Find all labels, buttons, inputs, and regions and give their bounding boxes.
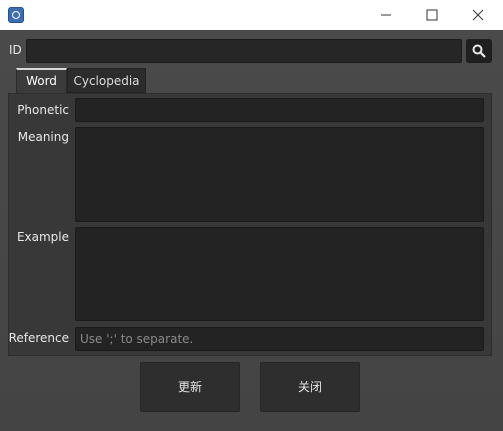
close-window-button[interactable] xyxy=(455,0,501,30)
reference-label: Reference xyxy=(8,331,69,345)
search-icon xyxy=(472,44,486,58)
title-bar xyxy=(0,0,503,30)
reference-input[interactable] xyxy=(76,328,483,350)
maximize-icon xyxy=(426,9,438,21)
minimize-icon xyxy=(381,14,391,16)
phonetic-label: Phonetic xyxy=(17,103,69,117)
app-icon xyxy=(8,7,24,23)
close-button[interactable]: 关闭 xyxy=(260,362,360,412)
id-label: ID xyxy=(9,43,22,57)
close-icon xyxy=(472,9,484,21)
update-button[interactable]: 更新 xyxy=(140,362,240,412)
maximize-button[interactable] xyxy=(409,0,455,30)
minimize-button[interactable] xyxy=(363,0,409,30)
reference-field-box xyxy=(75,327,484,351)
search-button[interactable] xyxy=(466,39,492,63)
meaning-label: Meaning xyxy=(17,130,69,144)
tab-cyclopedia[interactable]: Cyclopedia xyxy=(67,68,146,93)
phonetic-field[interactable] xyxy=(75,98,484,122)
example-label: Example xyxy=(16,230,69,244)
meaning-field[interactable] xyxy=(75,127,484,222)
id-input[interactable] xyxy=(26,39,462,63)
tab-word[interactable]: Word xyxy=(16,68,67,93)
example-field[interactable] xyxy=(75,227,484,321)
